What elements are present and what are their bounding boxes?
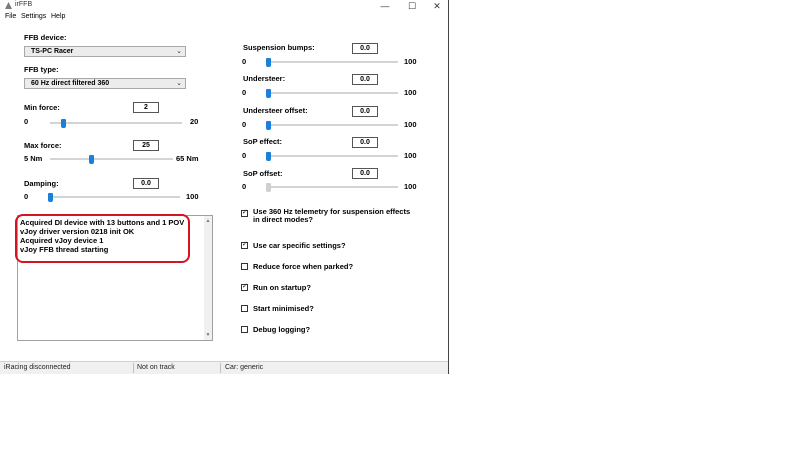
- sop-effect-label: SoP effect:: [243, 137, 283, 146]
- slider-thumb[interactable]: [266, 89, 271, 98]
- ffb-type-select[interactable]: 60 Hz direct filtered 360 ⌄: [24, 78, 186, 89]
- debug-logging-label: Debug logging?: [253, 325, 311, 334]
- slider-thumb[interactable]: [88, 155, 94, 164]
- understeer-offset-min: 0: [242, 120, 247, 129]
- check-icon: ✓: [242, 241, 248, 248]
- car-specific-checkbox[interactable]: ✓: [241, 241, 248, 249]
- menu-help[interactable]: Help: [51, 13, 65, 20]
- maximize-button[interactable]: ☐: [399, 0, 425, 12]
- suspension-bumps-field[interactable]: 0.0: [352, 43, 378, 54]
- slider-thumb[interactable]: [266, 152, 271, 161]
- understeer-offset-max: 100: [404, 120, 417, 129]
- slider-track: [50, 122, 182, 124]
- min-force-slider[interactable]: [50, 119, 182, 128]
- window-title: irFFB: [15, 1, 33, 8]
- understeer-offset-slider[interactable]: [266, 121, 398, 130]
- max-force-label: Max force:: [24, 141, 62, 150]
- sop-offset-min: 0: [242, 182, 247, 191]
- status-iracing: iRacing disconnected: [4, 364, 71, 371]
- ffb-device-value: TS-PC Racer: [31, 48, 74, 55]
- understeer-slider[interactable]: [266, 89, 398, 98]
- car-specific-label: Use car specific settings?: [253, 241, 346, 250]
- suspension-bumps-max: 100: [404, 57, 417, 66]
- sop-effect-max: 100: [404, 151, 417, 160]
- slider-track: [268, 92, 398, 94]
- sop-offset-slider[interactable]: [266, 183, 398, 192]
- max-force-slider[interactable]: [50, 155, 173, 164]
- ffb-device-label: FFB device:: [24, 33, 67, 42]
- sop-effect-min: 0: [242, 151, 247, 160]
- understeer-min: 0: [242, 88, 247, 97]
- max-force-field[interactable]: 25: [133, 140, 159, 151]
- use-360hz-checkbox[interactable]: ✓: [241, 209, 248, 217]
- slider-track: [268, 186, 398, 188]
- chevron-down-icon: ⌄: [176, 48, 182, 55]
- slider-track: [50, 158, 173, 160]
- slider-thumb[interactable]: [266, 58, 271, 67]
- menu-file[interactable]: File: [5, 13, 16, 20]
- status-separator: [220, 363, 221, 373]
- reduce-parked-label: Reduce force when parked?: [253, 262, 354, 271]
- ffb-device-select[interactable]: TS-PC Racer ⌄: [24, 46, 186, 57]
- min-force-label: Min force:: [24, 103, 60, 112]
- irffb-window: irFFB — ☐ ✕ File Settings Help FFB devic…: [0, 0, 449, 374]
- status-track: Not on track: [137, 364, 175, 371]
- slider-thumb[interactable]: [48, 193, 53, 202]
- run-startup-label: Run on startup?: [253, 283, 311, 292]
- understeer-offset-label: Understeer offset:: [243, 106, 308, 115]
- sop-offset-max: 100: [404, 182, 417, 191]
- status-separator: [133, 363, 134, 373]
- understeer-max: 100: [404, 88, 417, 97]
- check-icon: ✓: [242, 283, 248, 290]
- max-force-min: 5 Nm: [24, 154, 43, 163]
- understeer-offset-field[interactable]: 0.0: [352, 106, 378, 117]
- chevron-down-icon: ⌄: [176, 80, 182, 87]
- menu-settings[interactable]: Settings: [21, 13, 46, 20]
- suspension-bumps-label: Suspension bumps:: [243, 43, 315, 52]
- slider-track: [268, 61, 398, 63]
- slider-track: [50, 196, 180, 198]
- max-force-max: 65 Nm: [176, 154, 199, 163]
- slider-thumb[interactable]: [266, 121, 271, 130]
- start-minimised-label: Start minimised?: [253, 304, 314, 313]
- slider-track: [268, 155, 398, 157]
- minimize-button[interactable]: —: [372, 0, 398, 12]
- log-highlight-annotation: [15, 214, 190, 263]
- damping-slider[interactable]: [48, 193, 180, 202]
- reduce-parked-checkbox[interactable]: [241, 263, 248, 270]
- log-scrollbar[interactable]: ▲ ▼: [204, 216, 212, 340]
- start-minimised-checkbox[interactable]: [241, 305, 248, 312]
- damping-max: 100: [186, 192, 199, 201]
- check-icon: ✓: [242, 209, 248, 216]
- suspension-bumps-min: 0: [242, 57, 247, 66]
- slider-thumb[interactable]: [61, 119, 67, 128]
- damping-field[interactable]: 0.0: [133, 178, 159, 189]
- slider-thumb[interactable]: [266, 183, 271, 192]
- sop-effect-field[interactable]: 0.0: [352, 137, 378, 148]
- sop-offset-label: SoP offset:: [243, 169, 283, 178]
- understeer-label: Understeer:: [243, 74, 286, 83]
- scroll-down-icon[interactable]: ▼: [204, 332, 212, 338]
- damping-min: 0: [24, 192, 29, 201]
- ffb-type-value: 60 Hz direct filtered 360: [31, 80, 110, 87]
- title-bar: irFFB — ☐ ✕: [0, 0, 448, 12]
- suspension-bumps-slider[interactable]: [266, 58, 398, 67]
- scroll-up-icon[interactable]: ▲: [204, 218, 212, 224]
- status-car: Car: generic: [225, 364, 264, 371]
- status-bar: iRacing disconnected Not on track Car: g…: [0, 361, 448, 374]
- close-button[interactable]: ✕: [424, 0, 450, 12]
- slider-track: [268, 124, 398, 126]
- sop-offset-field[interactable]: 0.0: [352, 168, 378, 179]
- app-icon: [5, 2, 12, 9]
- debug-logging-checkbox[interactable]: [241, 326, 248, 333]
- damping-label: Damping:: [24, 179, 59, 188]
- min-force-min: 0: [24, 117, 29, 126]
- run-startup-checkbox[interactable]: ✓: [241, 283, 248, 291]
- use-360hz-label-line2: in direct modes?: [253, 215, 314, 224]
- ffb-type-label: FFB type:: [24, 65, 59, 74]
- min-force-max: 20: [190, 117, 199, 126]
- min-force-field[interactable]: 2: [133, 102, 159, 113]
- sop-effect-slider[interactable]: [266, 152, 398, 161]
- understeer-field[interactable]: 0.0: [352, 74, 378, 85]
